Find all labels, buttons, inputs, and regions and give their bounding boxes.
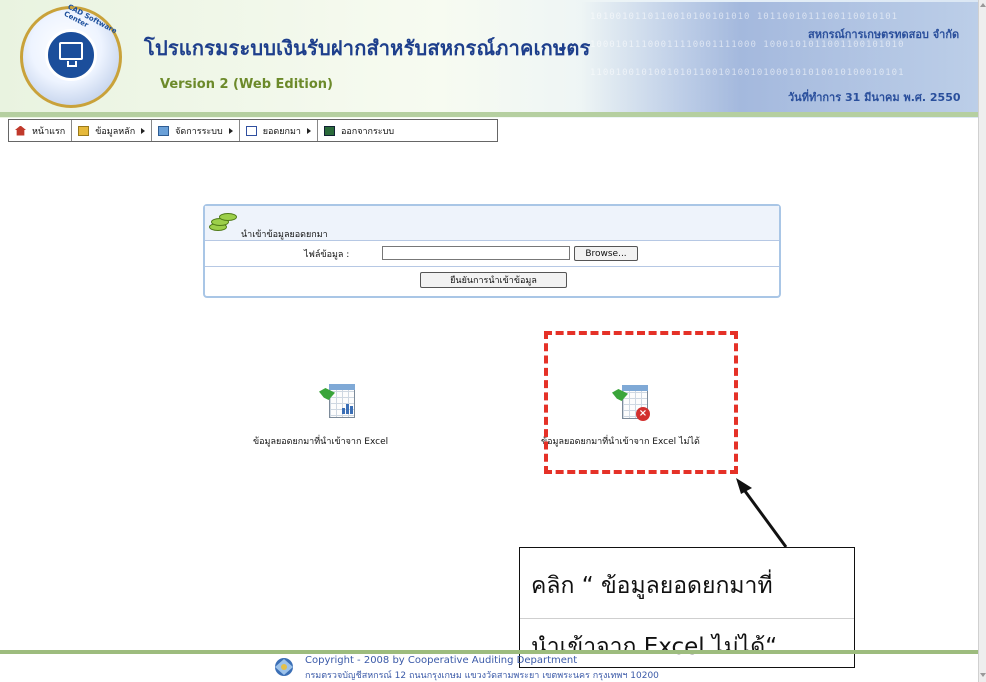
header-divider [0,112,978,117]
menu-item-logout[interactable]: ออกจากระบบ [318,120,400,141]
vertical-scrollbar[interactable] [978,0,986,682]
footer-divider [0,650,978,654]
panel-header: นำเข้าข้อมูลยอดยกมา [205,206,779,241]
file-path-input[interactable] [382,246,570,260]
folder-icon [78,125,90,136]
report-icon [245,125,257,136]
binary-text: 1100100101001010110010100101000101010010… [590,68,905,78]
exit-icon [323,125,335,136]
coins-icon [209,211,239,233]
submenu-arrow-icon [228,127,233,134]
footer-address: กรมตรวจบัญชีสหกรณ์ 12 ถนนกรุงเกษม แขวงวั… [305,671,659,681]
cooperative-name: สหกรณ์การเกษตรทดสอบ จำกัด [808,28,960,41]
panel-title: นำเข้าข้อมูลยอดยกมา [241,230,328,240]
file-label: ไฟล์ข้อมูล : [304,250,350,260]
menu-item-label: ข้อมูลหลัก [95,126,136,137]
browse-button[interactable]: Browse... [574,246,638,261]
excel-sheet-icon[interactable] [319,380,357,424]
menu-item-label: ยอดยกมา [262,126,301,137]
submenu-arrow-icon [141,127,146,134]
menu-item-label: หน้าแรก [32,126,66,137]
app-version: Version 2 (Web Edition) [160,77,333,92]
callout-text-line1: คลิก “ ข้อมูลยอดยกมาที่ [531,573,773,599]
import-panel: นำเข้าข้อมูลยอดยกมา ไฟล์ข้อมูล : Browse.… [203,204,781,298]
scroll-up-icon[interactable] [980,3,986,7]
confirm-import-button[interactable]: ยืนยันการนำเข้าข้อมูล [420,272,567,288]
app-title: โปรแกรมระบบเงินรับฝากสำหรับสหกรณ์ภาคเกษต… [144,36,591,60]
menu-item-master-data[interactable]: ข้อมูลหลัก [72,120,153,141]
confirm-row: ยืนยันการนำเข้าข้อมูล [205,267,779,292]
highlight-box [544,331,738,474]
footer-copyright: Copyright - 2008 by Cooperative Auditing… [305,655,578,666]
menu-item-system[interactable]: จัดการระบบ [152,120,240,141]
computer-icon [45,29,97,81]
menu-item-label: จัดการระบบ [175,126,223,137]
cad-logo: CAD Software Center [20,3,122,108]
department-emblem-icon [275,658,293,676]
menu-item-label: ออกจากระบบ [340,126,395,137]
system-icon [158,125,170,136]
app-header: 1010010110110010100101010 10110010111001… [0,0,978,118]
menu-item-home[interactable]: หน้าแรก [9,120,73,141]
submenu-arrow-icon [306,127,311,134]
file-row: ไฟล์ข้อมูล : Browse... [205,241,779,267]
scroll-down-icon[interactable] [980,673,986,677]
work-date: วันที่ทำการ 31 มีนาคม พ.ศ. 2550 [788,91,961,104]
main-menu: หน้าแรก ข้อมูลหลัก จัดการระบบ ยอดยกมา ออ… [8,119,498,142]
menu-item-brought-forward[interactable]: ยอดยกมา [240,120,318,141]
binary-text: 1010010110110010100101010 10110010111001… [590,12,899,22]
home-icon [15,125,26,136]
imported-data-label[interactable]: ข้อมูลยอดยกมาที่นำเข้าจาก Excel [253,434,388,448]
callout-divider [520,618,854,619]
